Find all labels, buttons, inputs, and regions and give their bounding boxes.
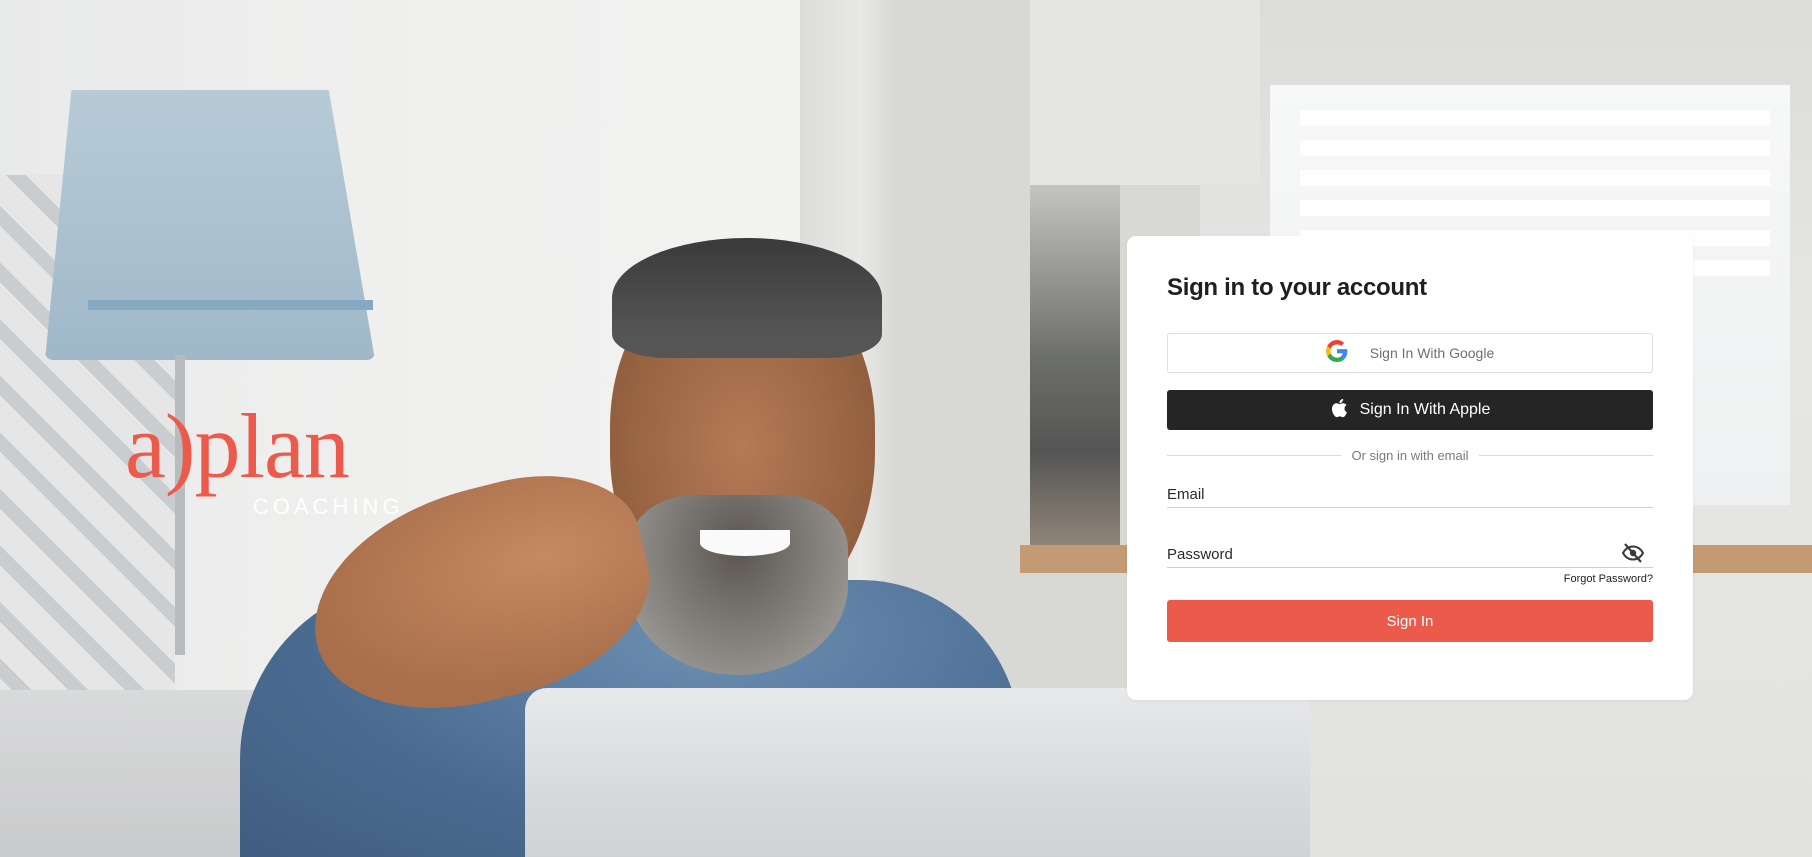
lamp-shade xyxy=(45,90,375,360)
email-divider: Or sign in with email xyxy=(1167,448,1654,463)
apple-icon xyxy=(1330,398,1348,423)
person-smile xyxy=(700,530,790,556)
person-beard xyxy=(628,495,848,675)
signin-title: Sign in to your account xyxy=(1167,274,1427,301)
password-field[interactable]: Password xyxy=(1167,535,1653,568)
google-icon xyxy=(1325,339,1348,367)
divider-line xyxy=(1478,455,1654,456)
person-hair xyxy=(612,238,882,358)
signin-card: Sign in to your account Sign In With Goo… xyxy=(1127,236,1693,700)
lamp-band xyxy=(88,300,373,310)
apple-signin-button[interactable]: Sign In With Apple xyxy=(1167,390,1653,430)
divider-text: Or sign in with email xyxy=(1351,448,1469,463)
logo-mark: a)plan xyxy=(125,395,350,497)
divider-line xyxy=(1167,455,1342,456)
background-cabinet xyxy=(1030,0,1260,185)
signin-button-label: Sign In xyxy=(1386,612,1434,630)
email-input[interactable] xyxy=(1167,475,1653,507)
google-signin-button[interactable]: Sign In With Google xyxy=(1167,333,1653,373)
brand-logo: a)plan COACHING xyxy=(125,400,425,530)
email-field[interactable]: Email xyxy=(1167,475,1653,508)
laptop xyxy=(525,688,1310,857)
window-blind xyxy=(1300,200,1770,216)
google-signin-label: Sign In With Google xyxy=(1369,345,1495,361)
apple-signin-label: Sign In With Apple xyxy=(1359,401,1491,418)
background-shelf xyxy=(1030,185,1120,565)
window-blind xyxy=(1300,140,1770,156)
window-blind xyxy=(1300,170,1770,186)
signin-button[interactable]: Sign In xyxy=(1167,600,1653,642)
forgot-password-link[interactable]: Forgot Password? xyxy=(1167,573,1653,585)
window-blind xyxy=(1300,110,1770,126)
password-input[interactable] xyxy=(1167,535,1653,567)
eye-off-icon[interactable] xyxy=(1621,542,1645,564)
logo-subtitle: COACHING xyxy=(253,494,404,519)
